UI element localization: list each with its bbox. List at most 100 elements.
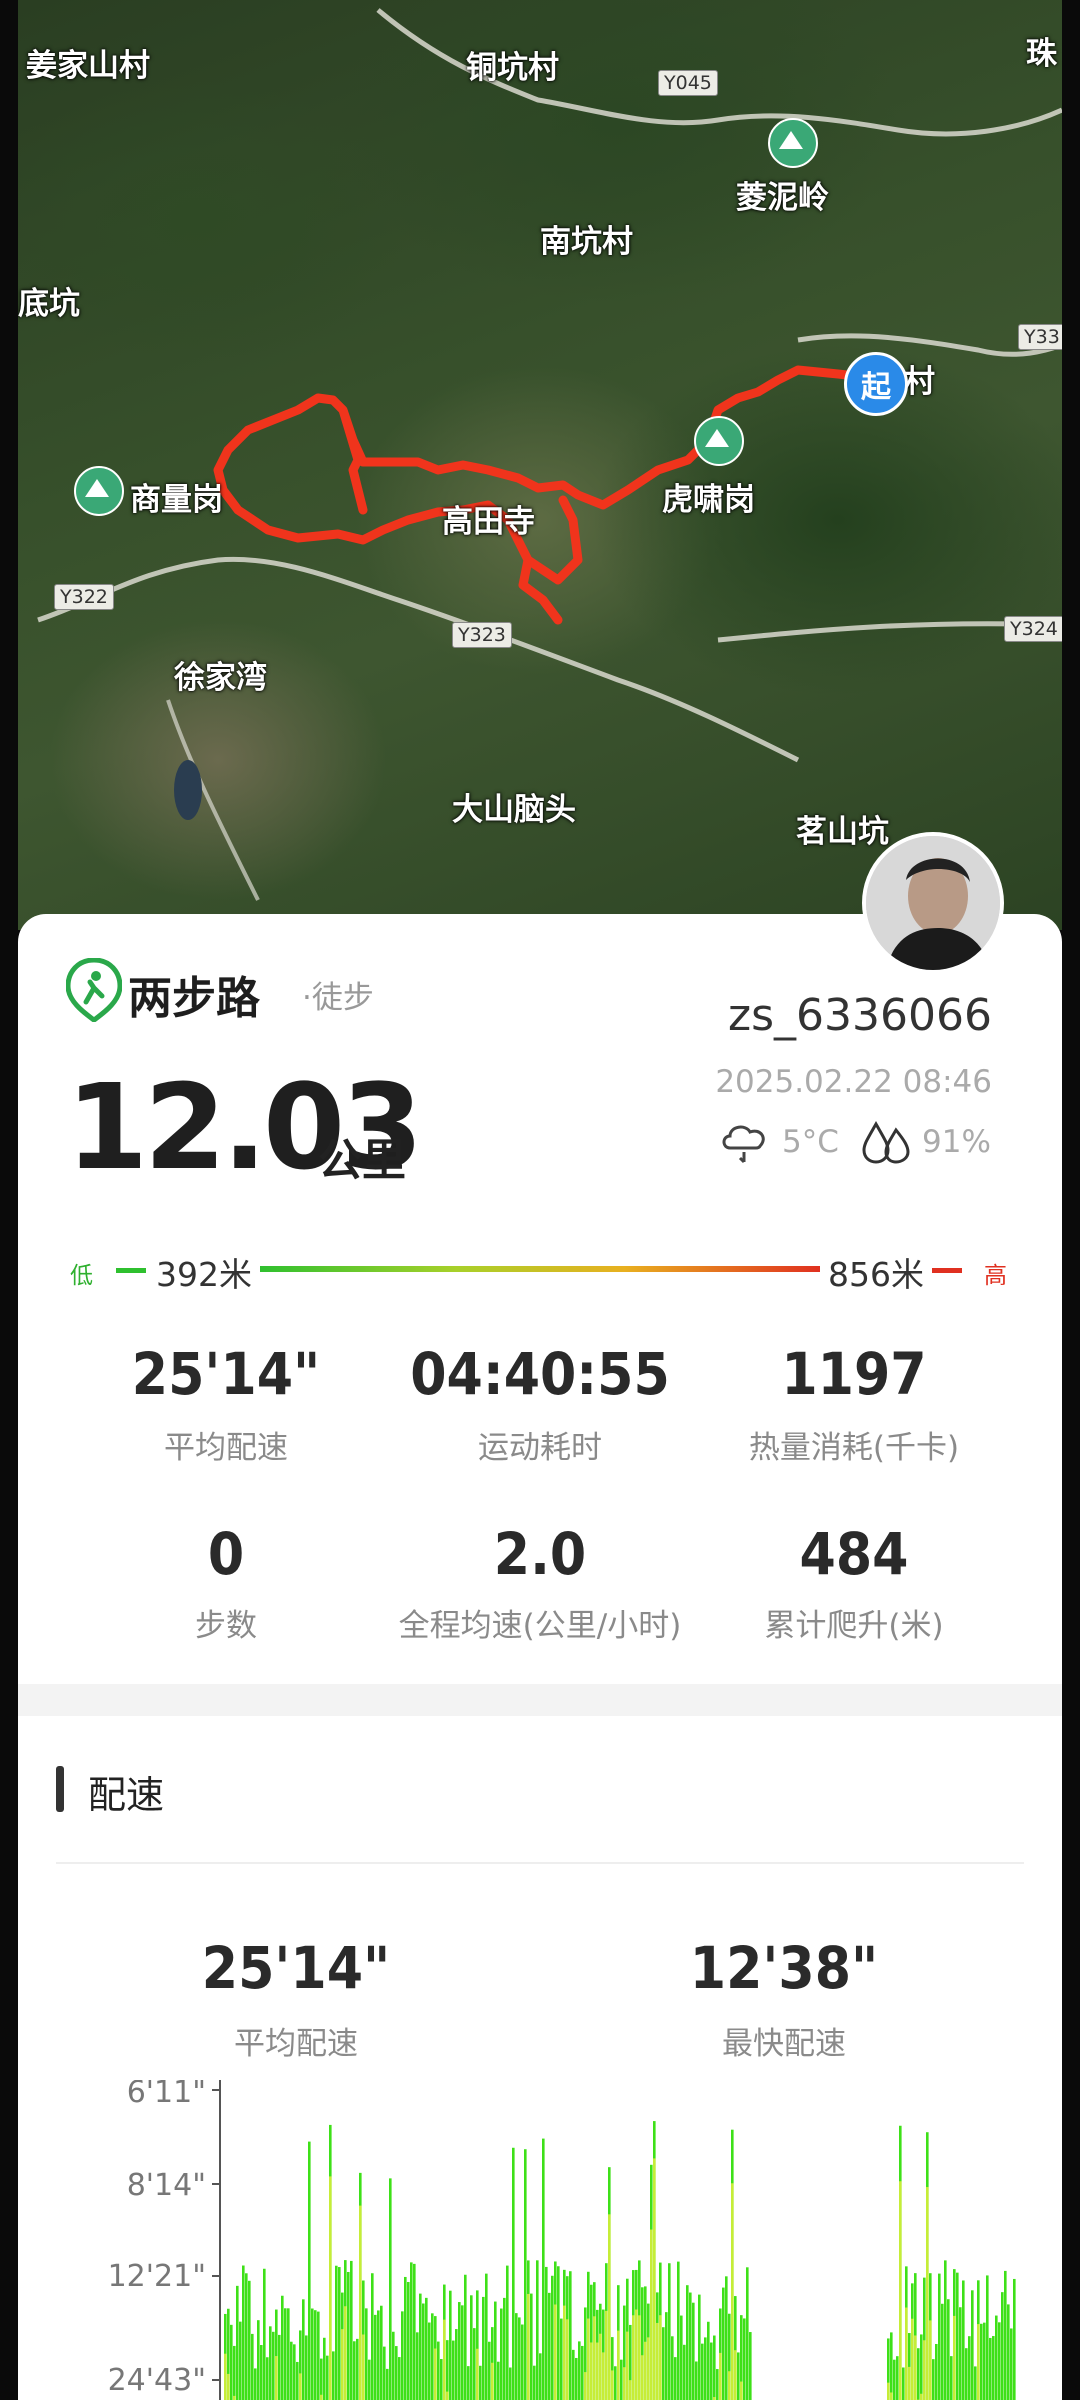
map-label-lingniling: 菱泥岭	[736, 180, 829, 216]
pace-bar	[704, 2337, 707, 2400]
mountain-poi-icon[interactable]	[768, 118, 818, 168]
stat-avg-speed-label: 全程均速(公里/小时)	[398, 1608, 682, 1644]
pace-bar	[1004, 2270, 1007, 2400]
pace-bar	[707, 2321, 710, 2400]
route-map[interactable]: 姜家山村 铜坑村 珠 菱泥岭 南坑村 底坑 商量岗 高田寺 虎啸岗 徐家湾 大山…	[18, 0, 1062, 930]
pace-bar	[335, 2265, 338, 2400]
pace-bar	[533, 2365, 536, 2400]
pace-bar-highlight	[731, 2183, 734, 2400]
divider	[56, 1862, 1024, 1864]
start-marker[interactable]: 起	[844, 352, 908, 416]
pace-bar	[947, 2299, 950, 2400]
pace-bar	[326, 2355, 329, 2400]
pace-bar	[374, 2314, 377, 2400]
pace-bar	[938, 2273, 941, 2400]
pace-chart[interactable]: 6'11" 8'14" 12'21" 24'43"	[0, 2080, 1080, 2400]
pace-bar-highlight	[920, 2393, 923, 2400]
pace-bar-highlight	[275, 2356, 278, 2400]
road-tag-y323: Y323	[452, 622, 512, 648]
pace-bar	[296, 2361, 299, 2400]
elevation-low-dash	[116, 1268, 146, 1273]
username[interactable]: zs_6336066	[720, 990, 992, 1041]
road-tag-y322: Y322	[54, 584, 114, 610]
pace-bar	[371, 2273, 374, 2400]
mountain-poi-icon[interactable]	[74, 466, 124, 516]
pace-bar-highlight	[596, 2342, 599, 2400]
avatar[interactable]	[862, 832, 1004, 974]
pace-bar	[239, 2321, 242, 2400]
pace-bar-highlight	[605, 2310, 608, 2400]
pace-bar-highlight	[638, 2315, 641, 2400]
pace-bar	[896, 2356, 899, 2400]
pace-bar	[389, 2178, 392, 2400]
pace-bar	[950, 2356, 953, 2400]
pace-bar-highlight	[656, 2322, 659, 2400]
pace-bar	[287, 2308, 290, 2400]
pace-bar	[614, 2366, 617, 2400]
pace-bar	[242, 2265, 245, 2400]
pace-bar	[278, 2334, 281, 2400]
stat-steps-value: 0	[207, 1520, 245, 1588]
pace-bar	[479, 2365, 482, 2400]
pace-bar	[572, 2349, 575, 2400]
pace-bar	[890, 2332, 893, 2400]
pace-bar	[404, 2276, 407, 2400]
map-label-start-village: 村	[904, 364, 935, 400]
elevation-gradient-bar	[260, 1266, 820, 1272]
stat-calories-value: 1197	[781, 1340, 927, 1408]
map-label-dashannaotou: 大山脑头	[452, 792, 576, 828]
map-label-zhu: 珠	[1026, 36, 1057, 72]
pace-bar-highlight	[908, 2366, 911, 2400]
pace-bar	[995, 2315, 998, 2400]
pace-bar-highlight	[734, 2350, 737, 2400]
pace-bar	[494, 2301, 497, 2400]
pace-bar-highlight	[299, 2373, 302, 2400]
pace-bar	[560, 2318, 563, 2400]
pace-bar	[269, 2326, 272, 2400]
pace-bar	[323, 2337, 326, 2400]
pace-bar-highlight	[953, 2315, 956, 2400]
stat-ascent-value: 484	[799, 1520, 909, 1588]
pace-bar	[503, 2297, 506, 2400]
elevation-high-label: 高	[984, 1263, 1007, 1289]
pace-bar	[968, 2336, 971, 2400]
pace-bar	[902, 2367, 905, 2400]
pace-bar	[395, 2346, 398, 2400]
pace-bar	[695, 2361, 698, 2400]
pace-bar	[428, 2322, 431, 2400]
pace-bar	[419, 2293, 422, 2400]
pace-bar	[338, 2267, 341, 2400]
pace-bar-highlight	[341, 2329, 344, 2400]
pace-bar	[689, 2292, 692, 2400]
pace-bar	[581, 2345, 584, 2400]
pace-bar	[452, 2340, 455, 2400]
pace-chart-ytick: 6'11"	[127, 2080, 206, 2110]
pace-bar	[515, 2313, 518, 2400]
pace-bar	[509, 2367, 512, 2400]
pace-bar	[266, 2357, 269, 2400]
pace-bar	[236, 2285, 239, 2400]
pace-bar	[293, 2344, 296, 2400]
stat-avg-pace-value: 25'14"	[131, 1340, 321, 1408]
map-label-mingshankeng: 茗山坑	[796, 814, 889, 850]
pace-section-title: 配速	[88, 1773, 165, 1817]
mountain-poi-icon[interactable]	[694, 416, 744, 466]
pace-bar	[467, 2366, 470, 2400]
pace-bar	[662, 2327, 665, 2400]
stat-ascent-label: 累计爬升(米)	[764, 1608, 944, 1644]
pace-bar	[941, 2303, 944, 2400]
pace-bar	[458, 2302, 461, 2400]
pace-bar	[380, 2305, 383, 2400]
pace-bar-highlight	[887, 2382, 890, 2400]
pace-bar-highlight	[623, 2367, 626, 2400]
pace-bar	[500, 2308, 503, 2400]
pace-bar-highlight	[491, 2362, 494, 2400]
pace-bar	[308, 2141, 311, 2400]
pace-bar	[257, 2320, 260, 2400]
pace-bar	[347, 2271, 350, 2400]
pace-bar	[392, 2331, 395, 2400]
pace-bar	[449, 2290, 452, 2400]
pace-bar	[521, 2324, 524, 2400]
map-label-shangliang: 商量岗	[130, 482, 223, 518]
elevation-low-value: 392米	[156, 1255, 252, 1294]
